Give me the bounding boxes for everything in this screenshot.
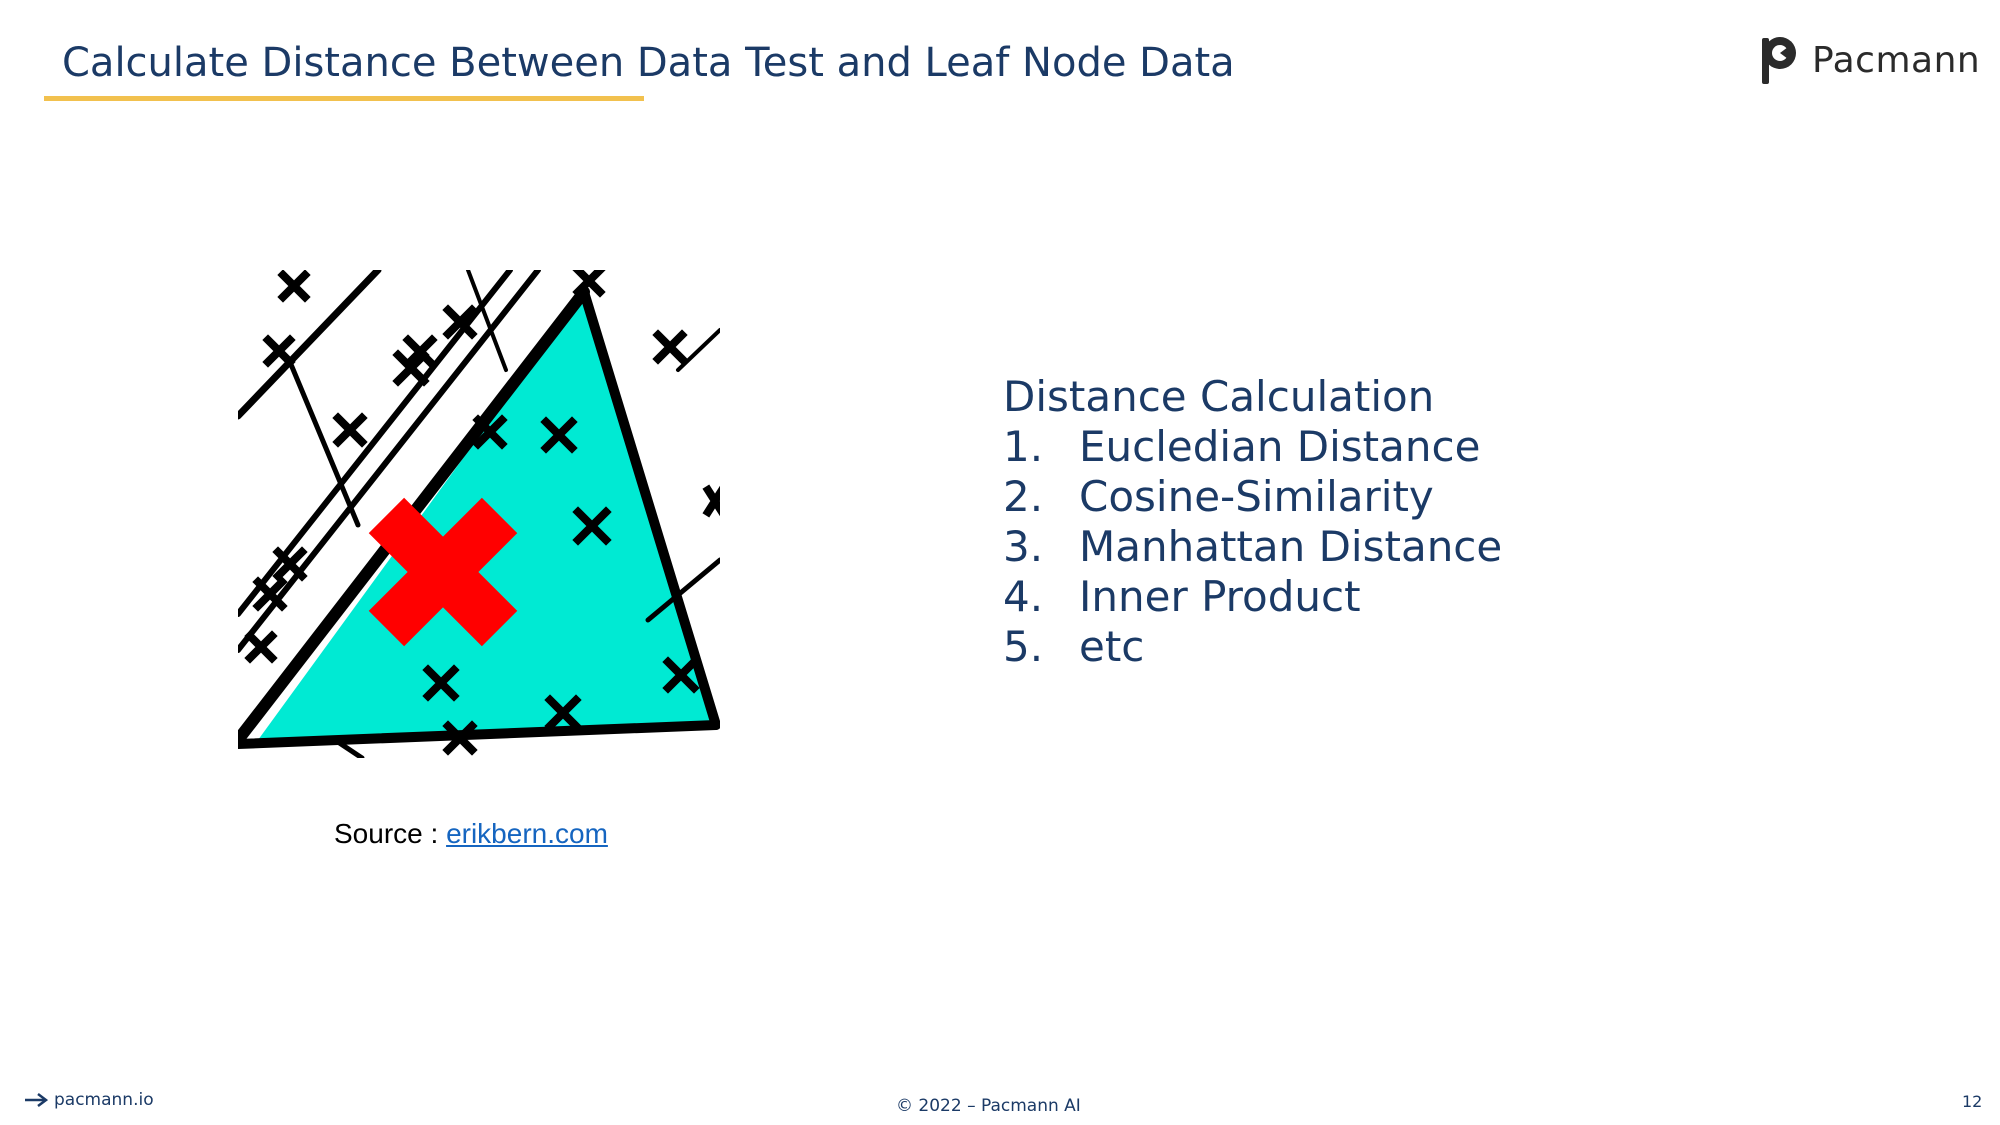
title-underline xyxy=(44,96,644,101)
list-label: etc xyxy=(1079,622,1145,671)
footer-link-label: pacmann.io xyxy=(54,1090,154,1110)
caption-prefix: Source : xyxy=(334,818,447,849)
list-number: 4. xyxy=(1003,572,1044,621)
slide-title: Calculate Distance Between Data Test and… xyxy=(62,40,1235,86)
figure-caption: Source : erikbern.com xyxy=(334,818,608,850)
list-number: 1. xyxy=(1003,422,1044,471)
list-number: 5. xyxy=(1003,622,1044,671)
brand-logo: Pacmann xyxy=(1760,34,1980,86)
list-label: Manhattan Distance xyxy=(1079,522,1503,571)
list-item: 1. Eucledian Distance xyxy=(1003,422,1502,472)
page-number: 12 xyxy=(1962,1092,1983,1111)
list-item: 2. Cosine-Similarity xyxy=(1003,472,1502,522)
list-item: 4. Inner Product xyxy=(1003,572,1502,622)
list-label: Cosine-Similarity xyxy=(1079,472,1434,521)
copyright: © 2022 – Pacmann AI xyxy=(896,1096,1081,1116)
leaf-node-figure xyxy=(238,270,720,758)
arrow-right-icon xyxy=(25,1093,48,1107)
list-number: 3. xyxy=(1003,522,1044,571)
method-list: 1. Eucledian Distance 2. Cosine-Similari… xyxy=(1003,422,1502,672)
list-item: 5. etc xyxy=(1003,622,1502,672)
content-heading: Distance Calculation xyxy=(1003,372,1435,421)
list-label: Eucledian Distance xyxy=(1079,422,1481,471)
list-label: Inner Product xyxy=(1079,572,1361,621)
source-link[interactable]: erikbern.com xyxy=(446,818,608,849)
list-number: 2. xyxy=(1003,472,1044,521)
list-item: 3. Manhattan Distance xyxy=(1003,522,1502,572)
pacmann-logo-icon xyxy=(1762,37,1796,84)
distance-methods-section: Distance Calculation 1. Eucledian Distan… xyxy=(1003,372,1502,672)
brand-name: Pacmann xyxy=(1812,39,1981,81)
footer-link[interactable]: pacmann.io xyxy=(24,1090,154,1110)
